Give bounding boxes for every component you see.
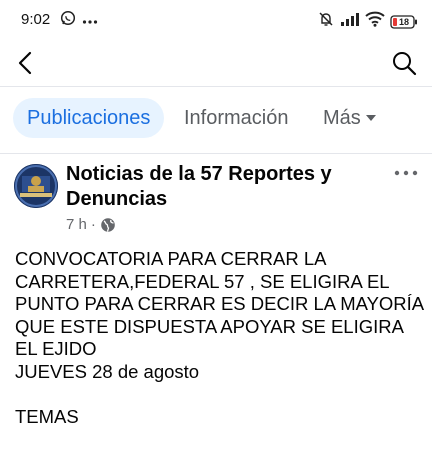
- page-logo-icon: [14, 164, 58, 208]
- tab-mas[interactable]: Más: [323, 98, 377, 138]
- mute-icon: [317, 10, 335, 33]
- battery-icon: 18: [390, 14, 418, 29]
- post-time[interactable]: 7 h: [66, 216, 87, 233]
- status-bar: 9:02 18: [0, 0, 432, 40]
- tab-publicaciones[interactable]: Publicaciones: [13, 98, 165, 138]
- post-meta: 7 h ·: [66, 216, 116, 233]
- top-bar-divider: [0, 86, 432, 87]
- tabs-divider: [0, 153, 432, 154]
- top-bar: [0, 40, 432, 86]
- wifi-icon: [365, 11, 385, 32]
- more-options-button[interactable]: [392, 164, 420, 182]
- tab-label: Más: [323, 107, 361, 129]
- caret-down-icon: [365, 115, 376, 121]
- page-name[interactable]: Noticias de la 57 Reportes y Denuncias: [66, 162, 366, 212]
- status-right-icons: 18: [317, 10, 418, 33]
- meta-separator: ·: [90, 216, 96, 233]
- globe-icon: [101, 217, 115, 232]
- signal-icon: [340, 12, 360, 31]
- post-body: CONVOCATORIA PARA CERRAR LA CARRETERA,FE…: [15, 248, 424, 427]
- more-horizontal-icon: [394, 170, 418, 176]
- search-button[interactable]: [390, 49, 418, 77]
- chevron-left-icon: [18, 51, 32, 75]
- tab-label: Información: [184, 107, 289, 129]
- status-left-icons: [60, 10, 98, 31]
- search-icon: [393, 52, 417, 76]
- tab-informacion[interactable]: Información: [184, 98, 289, 138]
- more-dots-icon: [82, 12, 98, 30]
- back-button[interactable]: [12, 49, 40, 77]
- avatar[interactable]: [14, 164, 58, 208]
- battery-level: 18: [399, 16, 410, 27]
- status-time: 9:02: [21, 11, 51, 28]
- whatsapp-icon: [60, 10, 76, 31]
- profile-tabs: Publicaciones Información Más: [0, 98, 432, 142]
- tab-label: Publicaciones: [27, 107, 151, 129]
